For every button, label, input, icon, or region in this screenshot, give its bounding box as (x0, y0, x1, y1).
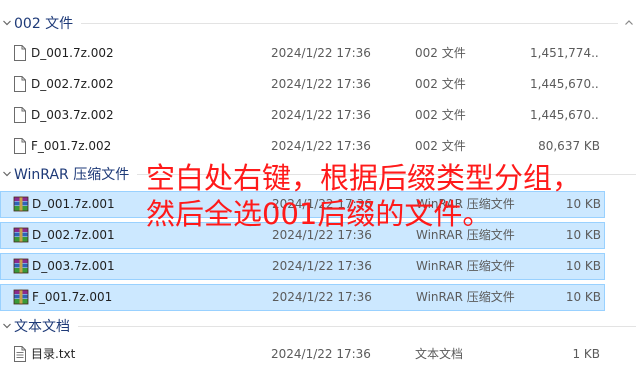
group-title: 文本文档 (14, 319, 70, 335)
file-type: 002 文件 (415, 77, 466, 91)
file-type: 002 文件 (415, 108, 466, 122)
file-size: 1,445,670... (530, 108, 600, 122)
file-type: 002 文件 (415, 46, 466, 60)
file-type: 文本文档 (415, 347, 464, 361)
winrar-archive-icon (13, 258, 29, 274)
file-size: 10 KB (565, 197, 601, 211)
group-divider (137, 173, 636, 175)
file-date: 2024/1/22 17:36 (271, 347, 371, 361)
file-date: 2024/1/22 17:36 (272, 259, 372, 273)
blank-file-icon (13, 138, 27, 154)
file-date: 2024/1/22 17:36 (272, 197, 372, 211)
file-type: 002 文件 (415, 139, 466, 153)
group-divider (78, 325, 636, 327)
file-row[interactable]: 目录.txt 2024/1/22 17:36 文本文档 1 KB (0, 341, 605, 368)
blank-file-icon (13, 76, 27, 92)
file-name: D_002.7z.002 (31, 77, 114, 91)
file-size: 10 KB (565, 228, 601, 242)
file-row[interactable]: F_001.7z.002 2024/1/22 17:36 002 文件 80,6… (0, 133, 605, 160)
group-header-002[interactable]: 002 文件 (0, 12, 640, 34)
blank-file-icon (13, 107, 27, 123)
file-row[interactable]: D_002.7z.002 2024/1/22 17:36 002 文件 1,44… (0, 71, 605, 98)
file-date: 2024/1/22 17:36 (272, 228, 372, 242)
blank-file-icon (13, 45, 27, 61)
file-row[interactable]: D_003.7z.002 2024/1/22 17:36 002 文件 1,44… (0, 102, 605, 129)
winrar-archive-icon (13, 289, 29, 305)
group-title: 002 文件 (14, 16, 74, 32)
file-row[interactable]: D_001.7z.002 2024/1/22 17:36 002 文件 1,45… (0, 40, 605, 67)
file-date: 2024/1/22 17:36 (272, 290, 372, 304)
file-date: 2024/1/22 17:36 (271, 108, 371, 122)
winrar-archive-icon (13, 227, 29, 243)
file-type: WinRAR 压缩文件 (416, 259, 515, 273)
file-type: WinRAR 压缩文件 (416, 197, 515, 211)
file-name: 目录.txt (31, 347, 76, 361)
file-size: 10 KB (565, 290, 601, 304)
file-name: D_003.7z.002 (31, 108, 114, 122)
file-row-selected[interactable]: D_001.7z.001 2024/1/22 17:36 WinRAR 压缩文件… (0, 191, 605, 218)
file-size: 10 KB (565, 259, 601, 273)
file-row-selected[interactable]: D_003.7z.001 2024/1/22 17:36 WinRAR 压缩文件… (0, 253, 605, 280)
chevron-up-icon[interactable] (624, 18, 634, 28)
chevron-down-icon[interactable] (2, 321, 12, 331)
file-name: D_001.7z.001 (32, 197, 115, 211)
file-row-selected[interactable]: F_001.7z.001 2024/1/22 17:36 WinRAR 压缩文件… (0, 284, 605, 311)
group-title: WinRAR 压缩文件 (14, 167, 130, 183)
text-file-icon (13, 346, 27, 362)
file-name: F_001.7z.002 (31, 139, 112, 153)
file-name: D_001.7z.002 (31, 46, 114, 60)
file-size: 1,445,670... (530, 77, 600, 91)
winrar-archive-icon (13, 196, 29, 212)
group-header-text-documents[interactable]: 文本文档 (0, 315, 640, 337)
file-type: WinRAR 压缩文件 (416, 228, 515, 242)
file-size: 1,451,774... (530, 46, 600, 60)
file-name: F_001.7z.001 (32, 290, 113, 304)
file-type: WinRAR 压缩文件 (416, 290, 515, 304)
file-size: 1 KB (572, 347, 600, 361)
file-date: 2024/1/22 17:36 (271, 46, 371, 60)
file-name: D_003.7z.001 (32, 259, 115, 273)
file-row-selected[interactable]: D_002.7z.001 2024/1/22 17:36 WinRAR 压缩文件… (0, 222, 605, 249)
group-header-winrar[interactable]: WinRAR 压缩文件 (0, 163, 640, 185)
file-size: 80,637 KB (538, 139, 600, 153)
file-date: 2024/1/22 17:36 (271, 77, 371, 91)
file-date: 2024/1/22 17:36 (271, 139, 371, 153)
chevron-down-icon[interactable] (2, 18, 12, 28)
group-divider (81, 22, 618, 24)
chevron-down-icon[interactable] (2, 169, 12, 179)
file-name: D_002.7z.001 (32, 228, 115, 242)
